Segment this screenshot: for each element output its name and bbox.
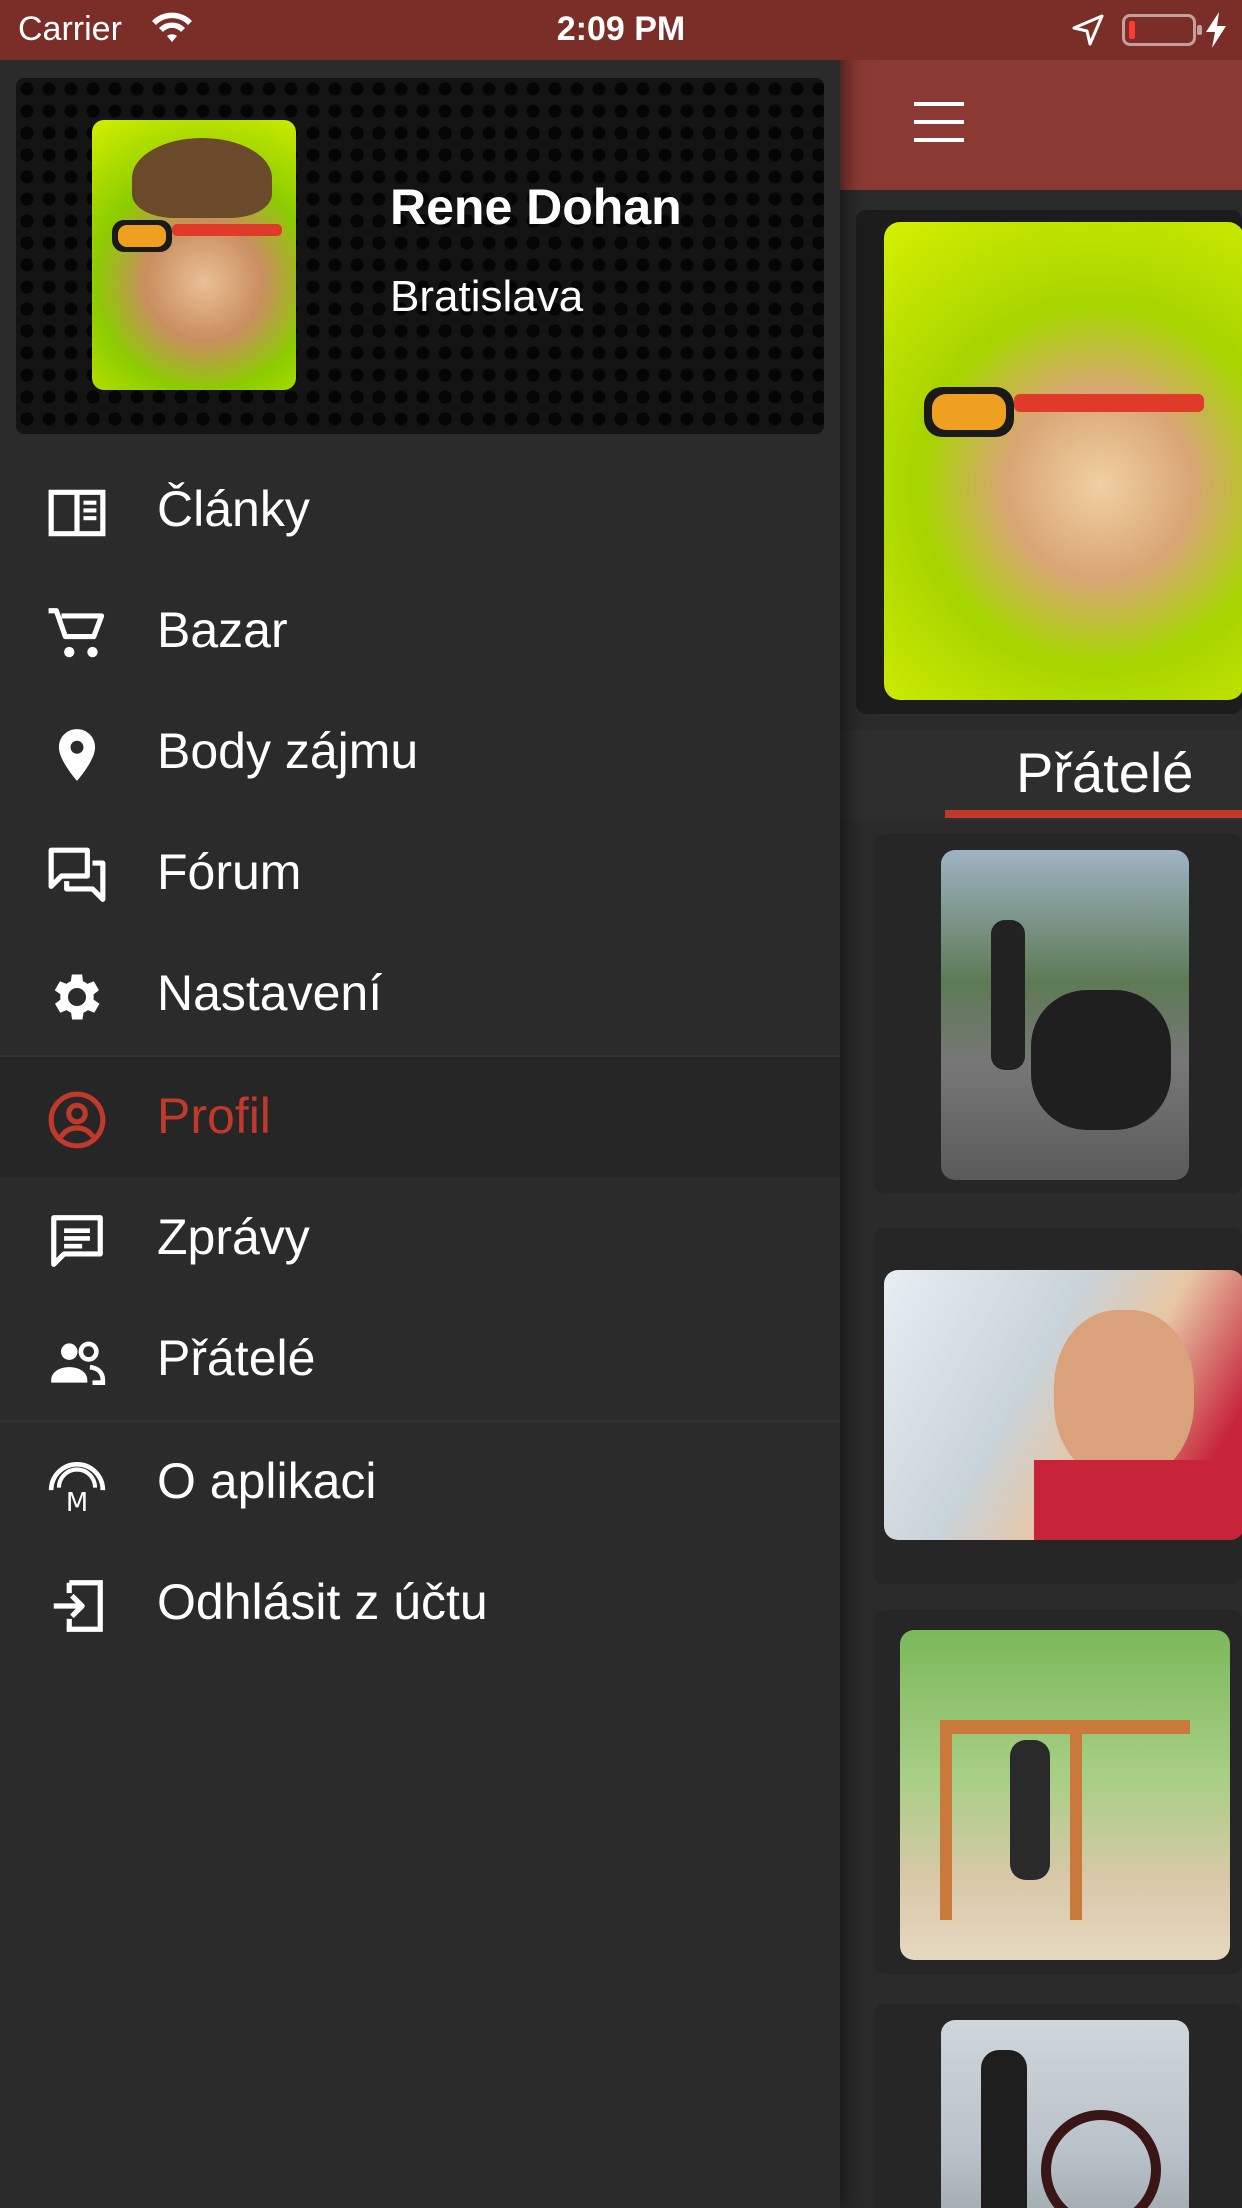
menu-item-label: Nastavení — [157, 965, 383, 1021]
sunglasses-graphic — [924, 387, 1204, 437]
menu-item-label: Body zájmu — [157, 723, 419, 779]
friend-photo[interactable] — [884, 1270, 1242, 1540]
tab-bar: Přátelé — [840, 730, 1242, 820]
cart-icon — [48, 608, 105, 658]
menu-item-label: Odhlásit z účtu — [157, 1574, 488, 1630]
menu-item-clanky[interactable]: Články — [0, 450, 840, 571]
location-arrow-icon — [1072, 14, 1104, 46]
tab-indicator — [945, 810, 1242, 818]
message-icon — [51, 1215, 103, 1267]
sunglasses-graphic — [112, 220, 282, 252]
menu-item-body-zajmu[interactable]: Body zájmu — [0, 692, 840, 813]
menu-icon[interactable] — [914, 102, 964, 142]
app-bar — [840, 60, 1242, 190]
profile-screen: Přátelé — [840, 0, 1242, 2208]
menu-item-label: Bazar — [157, 602, 288, 658]
menu-item-nastaveni[interactable]: Nastavení — [0, 934, 840, 1055]
menu-item-forum[interactable]: Fórum — [0, 813, 840, 934]
charging-bolt-icon — [1206, 12, 1226, 48]
app-logo-icon: M — [48, 1462, 106, 1516]
menu-item-odhlasit[interactable]: Odhlásit z účtu — [0, 1543, 840, 1664]
menu-item-label: Články — [157, 481, 310, 537]
people-icon — [51, 1341, 106, 1385]
status-bar: Carrier 2:09 PM — [0, 0, 1242, 60]
navigation-drawer: Rene Dohan Bratislava Články Bazar Body … — [0, 0, 840, 2208]
menu-item-profil[interactable]: Profil — [0, 1057, 840, 1178]
drawer-menu: Články Bazar Body zájmu Fórum Nastavení … — [0, 450, 840, 1664]
app-screen: Carrier 2:09 PM Přátelé Rene Dohan Brati… — [0, 0, 1242, 2208]
location-pin-icon — [58, 729, 96, 781]
profile-icon — [48, 1091, 106, 1149]
battery-icon — [1122, 14, 1202, 46]
friend-photo[interactable] — [900, 1630, 1230, 1960]
article-icon — [48, 489, 106, 537]
avatar[interactable] — [92, 120, 296, 390]
forum-icon — [48, 847, 106, 902]
menu-item-bazar[interactable]: Bazar — [0, 571, 840, 692]
friend-photo[interactable] — [941, 2020, 1189, 2208]
user-city: Bratislava — [390, 272, 584, 321]
menu-item-zpravy[interactable]: Zprávy — [0, 1178, 840, 1299]
logout-icon — [53, 1580, 103, 1632]
profile-photo[interactable] — [884, 222, 1242, 700]
menu-item-label: Fórum — [157, 844, 302, 900]
menu-item-o-aplikaci[interactable]: M O aplikaci — [0, 1422, 840, 1543]
friend-photo[interactable] — [941, 850, 1189, 1180]
menu-item-label: Zprávy — [157, 1209, 310, 1265]
menu-item-label: Přátelé — [157, 1330, 316, 1386]
user-name: Rene Dohan — [390, 179, 682, 235]
menu-item-label: Profil — [157, 1088, 271, 1144]
gear-icon — [54, 974, 100, 1020]
svg-text:M: M — [66, 1488, 88, 1516]
tab-friends[interactable]: Přátelé — [1016, 740, 1193, 805]
menu-item-label: O aplikaci — [157, 1453, 377, 1509]
clock: 2:09 PM — [556, 10, 686, 48]
menu-item-pratele[interactable]: Přátelé — [0, 1299, 840, 1420]
